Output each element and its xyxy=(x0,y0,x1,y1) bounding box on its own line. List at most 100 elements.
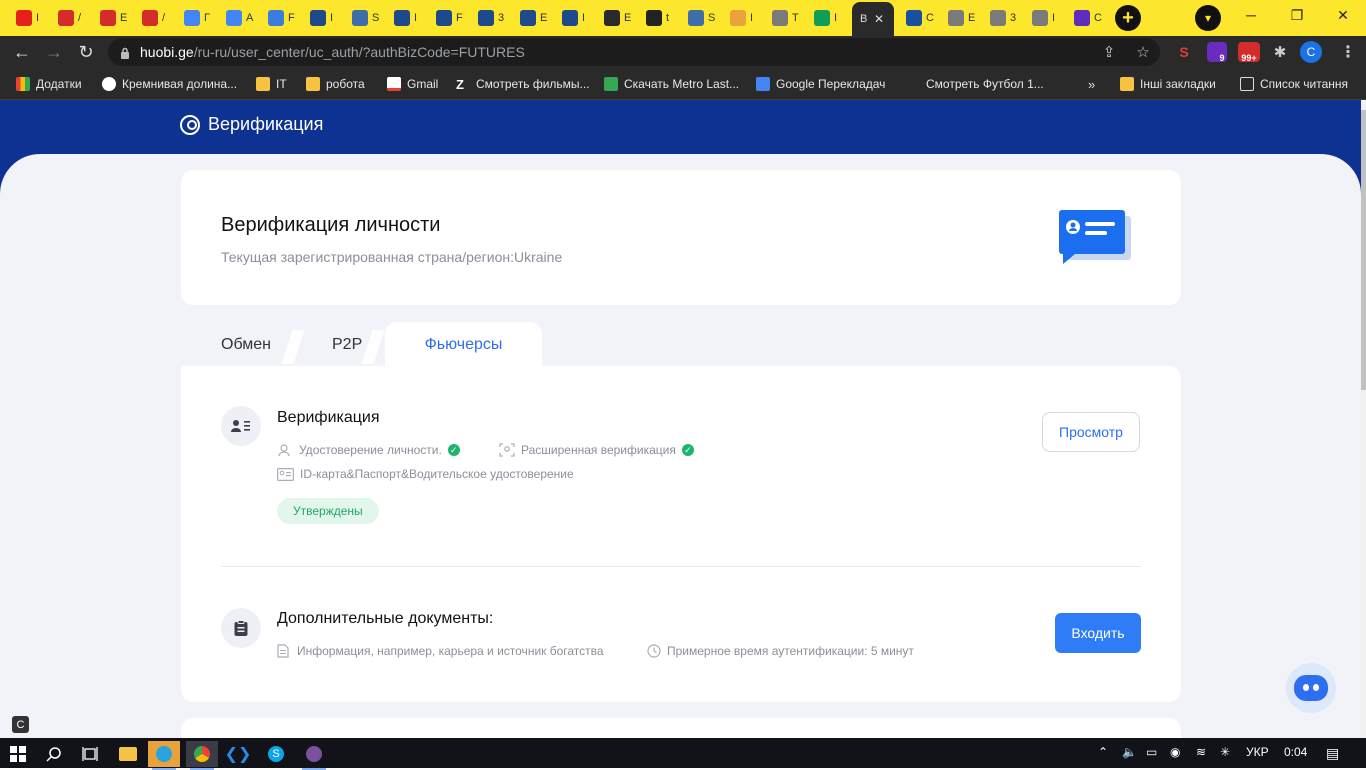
chrome-icon[interactable] xyxy=(186,741,218,770)
browser-menu-icon[interactable]: ⋮ xyxy=(1338,42,1358,62)
browser-tab[interactable]: S xyxy=(680,4,720,32)
support-chat-bot-icon[interactable] xyxy=(1286,663,1336,713)
close-tab-icon[interactable]: ✕ xyxy=(874,12,884,26)
bookmark-silicon-valley[interactable]: Кремнивая долина... xyxy=(102,76,237,92)
browser-tab[interactable]: E xyxy=(512,4,552,32)
tab-exchange[interactable]: Обмен xyxy=(221,322,271,368)
browser-tab[interactable]: 3 xyxy=(470,4,510,32)
close-window-button[interactable]: ✕ xyxy=(1320,0,1366,30)
bookmarks-bar: Додатки Кремнивая долина... IT робота Gm… xyxy=(0,68,1366,100)
bookmark-metro[interactable]: Скачать Metro Last... xyxy=(604,76,739,92)
viber-tray-icon[interactable]: ◉ xyxy=(1170,745,1180,759)
browser-tab[interactable]: / xyxy=(134,4,174,32)
bookmark-folder-robota[interactable]: робота xyxy=(306,76,365,92)
active-tab[interactable]: В ✕ xyxy=(852,2,894,36)
share-icon[interactable]: ⇪ xyxy=(1100,43,1118,61)
clock[interactable]: 0:04 xyxy=(1284,745,1307,759)
browser-tab[interactable]: E xyxy=(940,4,980,32)
browser-tab[interactable]: I xyxy=(8,4,48,32)
tray-overflow-icon[interactable]: ⌃ xyxy=(1098,745,1108,759)
browser-tab[interactable]: / xyxy=(50,4,90,32)
tab-title: I xyxy=(750,12,754,24)
slack-tray-icon[interactable]: ✳ xyxy=(1220,745,1230,759)
bookmarks-overflow-icon[interactable]: » xyxy=(1088,76,1095,92)
folder-icon xyxy=(256,77,270,91)
tab-title: C xyxy=(926,12,934,24)
back-button[interactable]: ← xyxy=(10,40,34,64)
browser-tab[interactable]: F xyxy=(260,4,300,32)
tab-favicon-icon xyxy=(520,10,536,26)
bookmark-apps[interactable]: Додатки xyxy=(16,76,82,92)
forward-button[interactable]: → xyxy=(42,40,66,64)
active-tab-label: В xyxy=(860,13,868,25)
search-icon[interactable] xyxy=(38,741,70,767)
minimize-button[interactable]: ─ xyxy=(1228,0,1274,30)
browser-tab[interactable]: I xyxy=(386,4,426,32)
browser-tab[interactable]: C xyxy=(898,4,938,32)
browser-tab[interactable]: F xyxy=(428,4,468,32)
browser-tab[interactable]: 3 xyxy=(982,4,1022,32)
browser-tab[interactable]: I xyxy=(806,4,846,32)
skype-icon[interactable]: S xyxy=(260,741,292,767)
tab-favicon-icon xyxy=(772,10,788,26)
tab-favicon-icon xyxy=(16,10,32,26)
browser-tab[interactable]: I xyxy=(722,4,762,32)
bookmark-films[interactable]: Z Смотреть фильмы... xyxy=(456,76,590,92)
browser-tab[interactable]: E xyxy=(596,4,636,32)
windows-start-icon[interactable] xyxy=(2,741,34,767)
browser-tab[interactable]: t xyxy=(638,4,678,32)
extension-purple-icon[interactable]: 9 xyxy=(1207,42,1227,63)
vscode-icon[interactable]: ❮❯ xyxy=(222,741,254,767)
browser-tab[interactable]: I xyxy=(1024,4,1064,32)
bookmark-star-icon[interactable]: ☆ xyxy=(1134,43,1152,61)
bookmark-other[interactable]: Інші закладки xyxy=(1120,76,1216,92)
browser-tab[interactable]: T xyxy=(764,4,804,32)
tab-p2p[interactable]: P2P xyxy=(332,322,362,368)
bookmark-folder-it[interactable]: IT xyxy=(256,76,287,92)
restore-button[interactable]: ❐ xyxy=(1274,0,1320,30)
z-logo-icon: Z xyxy=(456,77,464,92)
reading-list[interactable]: Список читання xyxy=(1240,76,1348,92)
tab-title: I xyxy=(36,12,40,24)
tab-futures[interactable]: Фьючерсы xyxy=(385,322,542,368)
telegram-icon[interactable] xyxy=(148,741,180,770)
browser-tab[interactable]: I xyxy=(302,4,342,32)
browser-tab[interactable]: I xyxy=(554,4,594,32)
advanced-verification-meta: Расширенная верификация ✓ xyxy=(499,443,694,457)
scrollbar-thumb[interactable] xyxy=(1361,110,1366,390)
file-explorer-icon[interactable] xyxy=(112,741,144,767)
tab-favicon-icon xyxy=(478,10,494,26)
profile-avatar[interactable]: С xyxy=(1300,41,1322,63)
extension-red-icon[interactable]: 99+ xyxy=(1238,42,1260,63)
notifications-icon[interactable]: ▤ xyxy=(1326,745,1339,762)
extension-s-icon[interactable]: S xyxy=(1174,42,1194,62)
bookmark-football[interactable]: Смотреть Футбол 1... xyxy=(906,76,1044,92)
bookmark-translate[interactable]: Google Перекладач xyxy=(756,76,885,92)
view-button[interactable]: Просмотр xyxy=(1042,412,1140,452)
browser-tab[interactable]: E xyxy=(92,4,132,32)
language-indicator[interactable]: УКР xyxy=(1246,745,1269,759)
extensions-puzzle-icon[interactable]: ✱ xyxy=(1270,42,1290,62)
globe-icon xyxy=(102,77,116,91)
enter-button[interactable]: Входить xyxy=(1055,613,1141,653)
identity-card: Верификация личности Текущая зарегистрир… xyxy=(181,170,1181,305)
browser-tab[interactable]: A xyxy=(218,4,258,32)
bookmark-label: Смотреть Футбол 1... xyxy=(926,77,1044,91)
wifi-icon[interactable]: ≋ xyxy=(1196,745,1206,759)
browser-tab[interactable]: S xyxy=(344,4,384,32)
user-circle-icon xyxy=(180,114,200,135)
browser-tab[interactable]: C xyxy=(1066,4,1106,32)
tab-favicon-icon xyxy=(226,10,242,26)
battery-icon[interactable]: ▭ xyxy=(1146,745,1157,759)
new-tab-button[interactable]: + xyxy=(1114,4,1142,32)
bookmark-gmail[interactable]: Gmail xyxy=(387,76,438,92)
browser-tab[interactable]: Г xyxy=(176,4,216,32)
task-view-icon[interactable] xyxy=(74,741,106,767)
viber-icon[interactable] xyxy=(298,741,330,770)
tab-search-icon[interactable]: ▾ xyxy=(1195,5,1221,31)
tab-title: A xyxy=(246,12,254,24)
check-icon: ✓ xyxy=(681,444,694,456)
volume-icon[interactable]: 🔈 xyxy=(1122,745,1137,759)
reload-button[interactable]: ↻ xyxy=(74,40,98,64)
address-bar[interactable]: huobi.ge/ru-ru/user_center/uc_auth/?auth… xyxy=(108,38,1160,66)
